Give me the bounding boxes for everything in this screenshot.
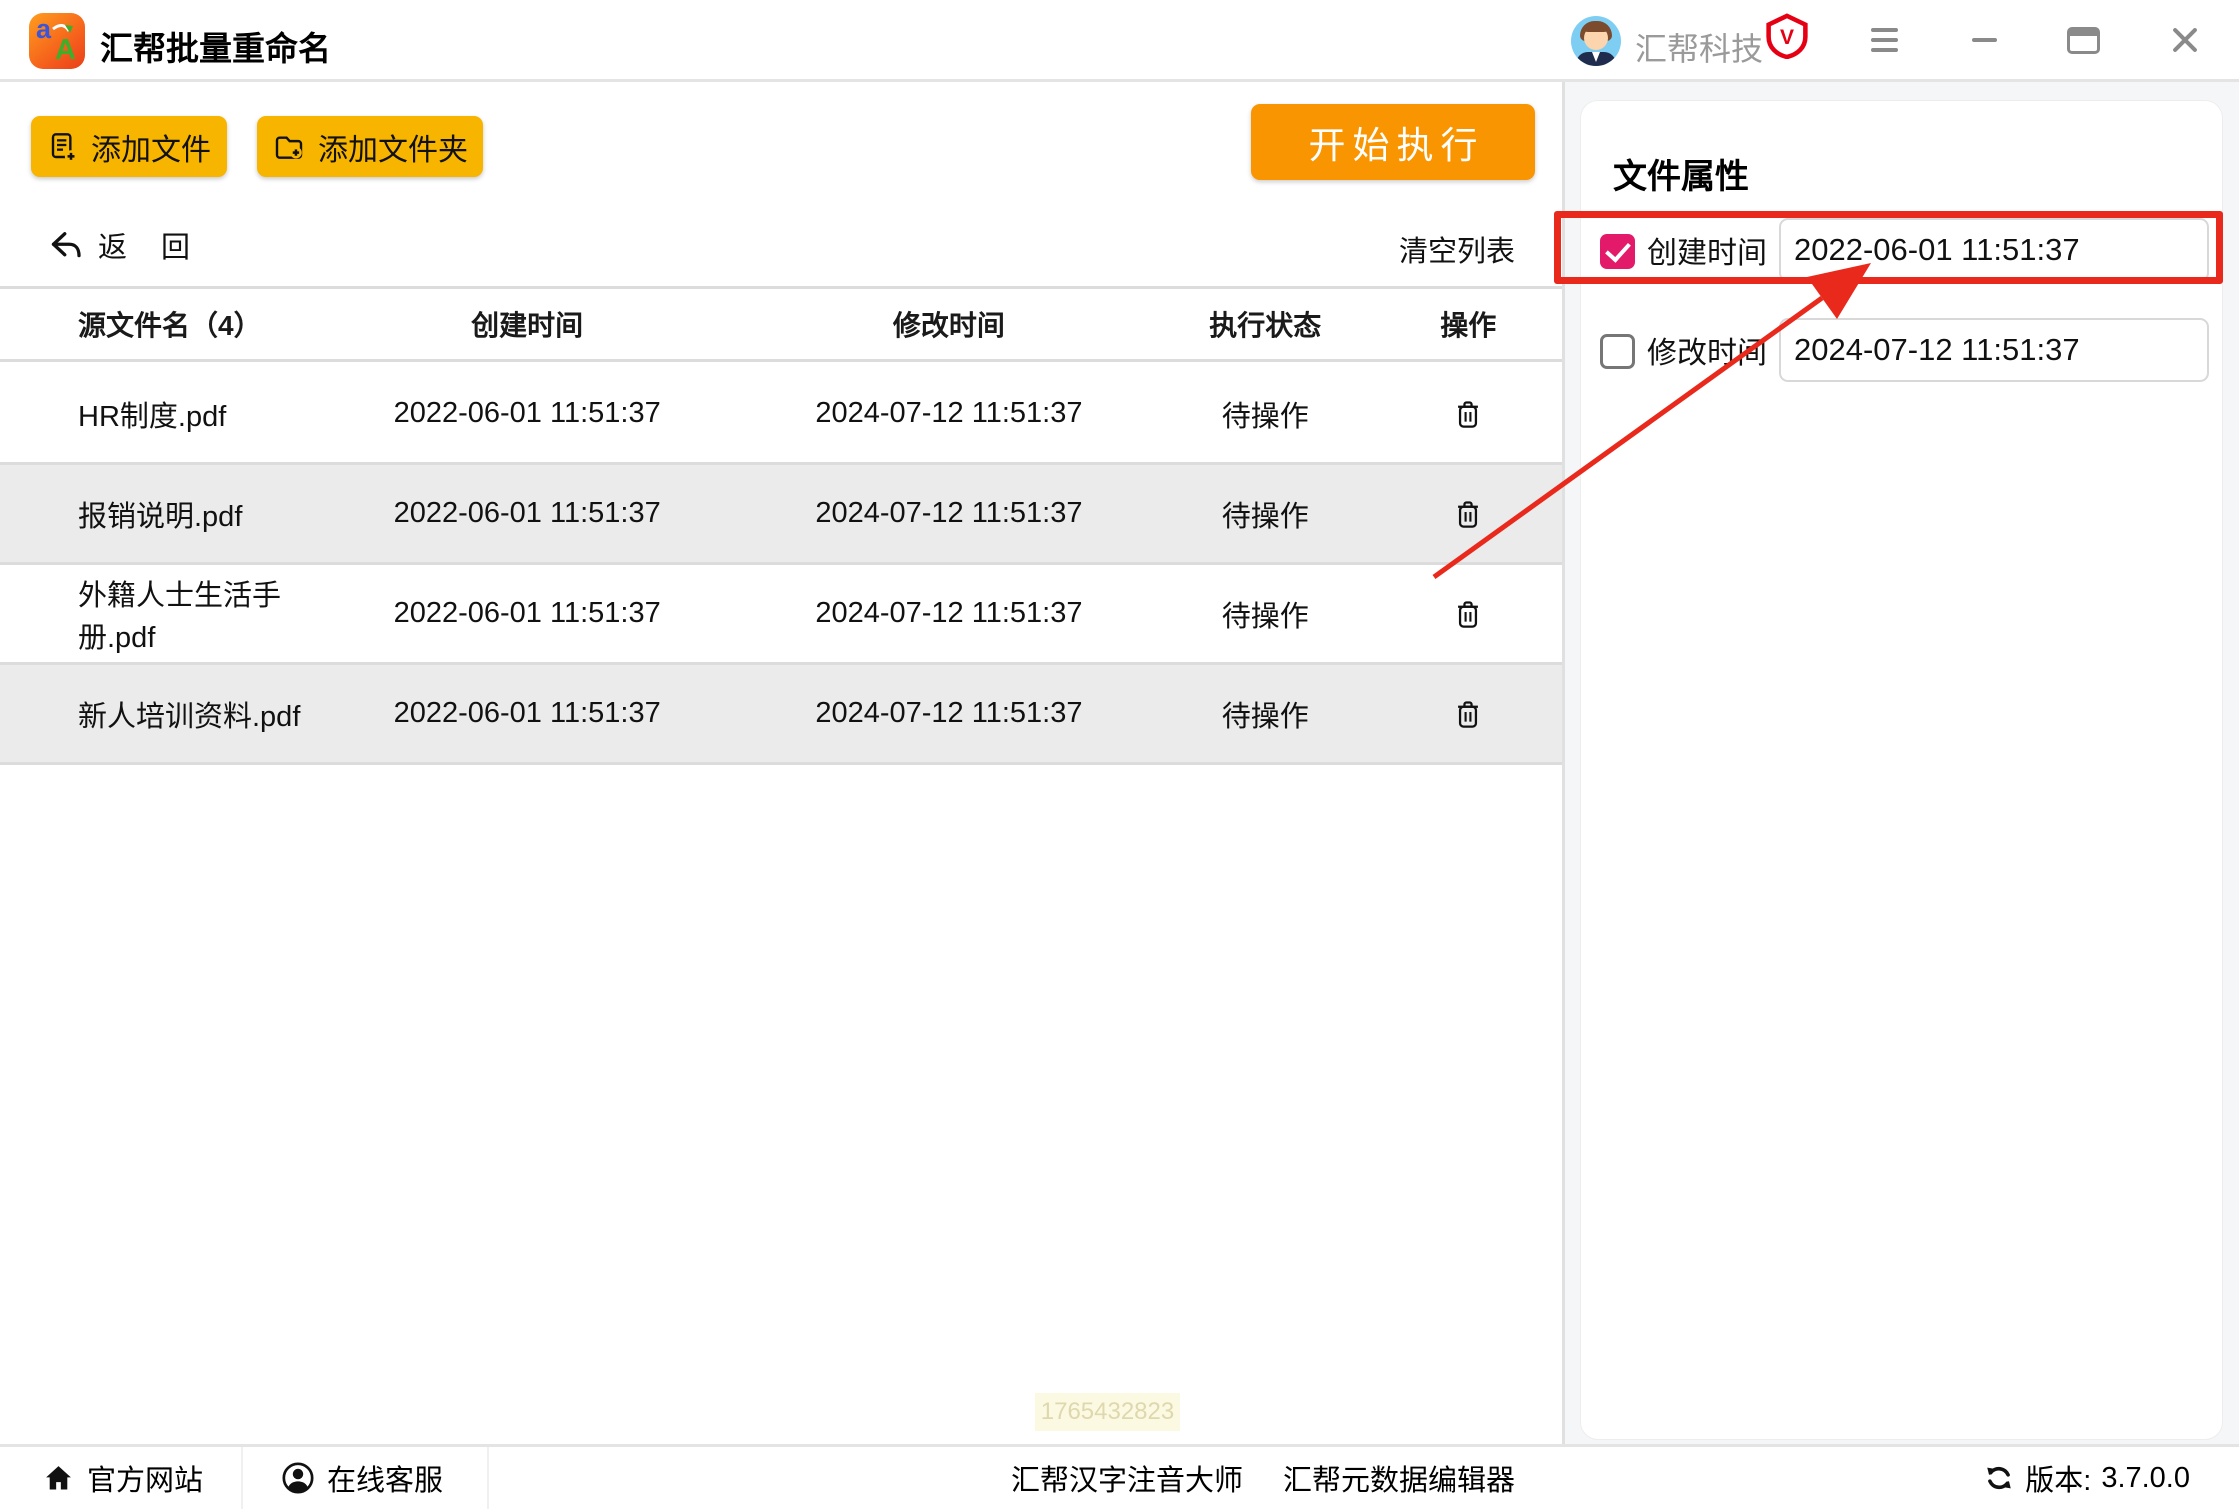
brand-name: 汇帮科技 [1635,24,1763,70]
file-list-area: 添加文件 添加文件夹 开始执行 返 回 清空列表 [0,82,1562,1444]
created-time-input[interactable] [1779,218,2209,282]
file-modified: 2024-07-12 11:51:37 [742,397,1156,430]
add-file-icon [47,131,79,163]
avatar[interactable] [1571,16,1621,66]
header-created-time: 创建时间 [312,304,742,344]
add-file-button[interactable]: 添加文件 [31,116,227,177]
app-logo-icon: a A [29,13,85,69]
table-body: HR制度.pdf 2022-06-01 11:51:37 2024-07-12 … [0,365,1562,765]
start-execute-button[interactable]: 开始执行 [1251,104,1535,180]
online-support-label: 在线客服 [327,1457,443,1499]
table-row[interactable]: 外籍人士生活手册.pdf 2022-06-01 11:51:37 2024-07… [0,565,1562,665]
header-source-filename: 源文件名（4） [0,304,312,344]
close-icon [2170,25,2200,55]
created-time-checkbox[interactable] [1600,234,1635,269]
delete-row-button[interactable] [1445,591,1491,637]
file-modified: 2024-07-12 11:51:37 [742,497,1156,530]
header-modified-time: 修改时间 [742,304,1156,344]
panel-title: 文件属性 [1613,149,1749,198]
back-arrow-icon [46,227,82,263]
logo-rename-arrow [29,13,85,69]
list-nav-row: 返 回 清空列表 [0,210,1562,286]
hamburger-icon [1871,28,1898,52]
app-window: a A 汇帮批量重命名 汇帮科技 V [0,0,2239,1509]
version-value: 3.7.0.0 [2101,1462,2190,1495]
metadata-editor-link[interactable]: 汇帮元数据编辑器 [1283,1447,1515,1509]
table-row[interactable]: HR制度.pdf 2022-06-01 11:51:37 2024-07-12 … [0,365,1562,465]
file-modified: 2024-07-12 11:51:37 [742,697,1156,730]
created-time-label: 创建时间 [1647,218,1767,282]
table-row[interactable]: 报销说明.pdf 2022-06-01 11:51:37 2024-07-12 … [0,465,1562,565]
menu-button[interactable] [1848,0,1920,80]
header-operation: 操作 [1375,304,1562,344]
status-bar: 官方网站 在线客服 汇帮汉字注音大师 汇帮元数据编辑器 版本: [0,1444,2239,1509]
version-label: 版本: [2025,1457,2091,1499]
file-status: 待操作 [1156,693,1375,735]
file-created: 2022-06-01 11:51:37 [312,697,742,730]
file-status: 待操作 [1156,393,1375,435]
modified-time-input[interactable] [1779,318,2209,382]
trash-icon [1451,397,1485,431]
back-label: 返 回 [98,224,190,266]
delete-row-button[interactable] [1445,691,1491,737]
official-website-label: 官方网站 [87,1457,203,1499]
refresh-icon[interactable] [1983,1462,2015,1494]
add-folder-button[interactable]: 添加文件夹 [257,116,483,177]
trash-icon [1451,497,1485,531]
file-name: HR制度.pdf [0,393,312,435]
add-folder-label: 添加文件夹 [318,125,468,169]
file-status: 待操作 [1156,493,1375,535]
file-created: 2022-06-01 11:51:37 [312,597,742,630]
watermark: 1765432823 [1035,1393,1180,1431]
modified-time-row: 修改时间 [1581,318,2224,382]
file-modified: 2024-07-12 11:51:37 [742,597,1156,630]
minimize-button[interactable] [1948,0,2020,80]
add-file-label: 添加文件 [91,125,211,169]
file-name: 新人培训资料.pdf [0,693,312,735]
file-created: 2022-06-01 11:51:37 [312,497,742,530]
back-button[interactable]: 返 回 [46,224,190,266]
file-status: 待操作 [1156,593,1375,635]
header-exec-status: 执行状态 [1156,304,1375,344]
clear-list-button[interactable]: 清空列表 [1399,228,1515,270]
close-button[interactable] [2149,0,2221,80]
start-execute-label: 开始执行 [1309,115,1485,169]
title-bar: a A 汇帮批量重命名 汇帮科技 V [0,0,2239,82]
delete-row-button[interactable] [1445,491,1491,537]
table-row[interactable]: 新人培训资料.pdf 2022-06-01 11:51:37 2024-07-1… [0,665,1562,765]
delete-row-button[interactable] [1445,391,1491,437]
file-name: 报销说明.pdf [0,493,312,535]
created-time-row: 创建时间 [1581,218,2224,282]
table-header: 源文件名（4） 创建时间 修改时间 执行状态 操作 [0,286,1562,362]
minimize-icon [1972,38,1997,42]
trash-icon [1451,697,1485,731]
properties-panel: 文件属性 创建时间 修改时间 [1565,82,2239,1444]
modified-time-label: 修改时间 [1647,318,1767,382]
version-info: 版本: 3.7.0.0 [1983,1447,2190,1509]
trash-icon [1451,597,1485,631]
vip-badge-icon[interactable]: V [1766,13,1808,64]
person-icon [281,1461,315,1495]
app-title: 汇帮批量重命名 [100,22,331,70]
official-website-link[interactable]: 官方网站 [0,1447,241,1509]
properties-card: 文件属性 创建时间 修改时间 [1580,100,2223,1440]
home-icon [42,1462,75,1495]
add-folder-icon [272,131,306,163]
online-support-link[interactable]: 在线客服 [241,1447,489,1509]
vip-letter: V [1780,26,1794,49]
file-created: 2022-06-01 11:51:37 [312,397,742,430]
maximize-button[interactable] [2047,0,2119,80]
file-name: 外籍人士生活手册.pdf [0,572,312,656]
modified-time-checkbox[interactable] [1600,334,1635,369]
maximize-icon [2067,27,2100,54]
pinyin-master-link[interactable]: 汇帮汉字注音大师 [1011,1447,1243,1509]
